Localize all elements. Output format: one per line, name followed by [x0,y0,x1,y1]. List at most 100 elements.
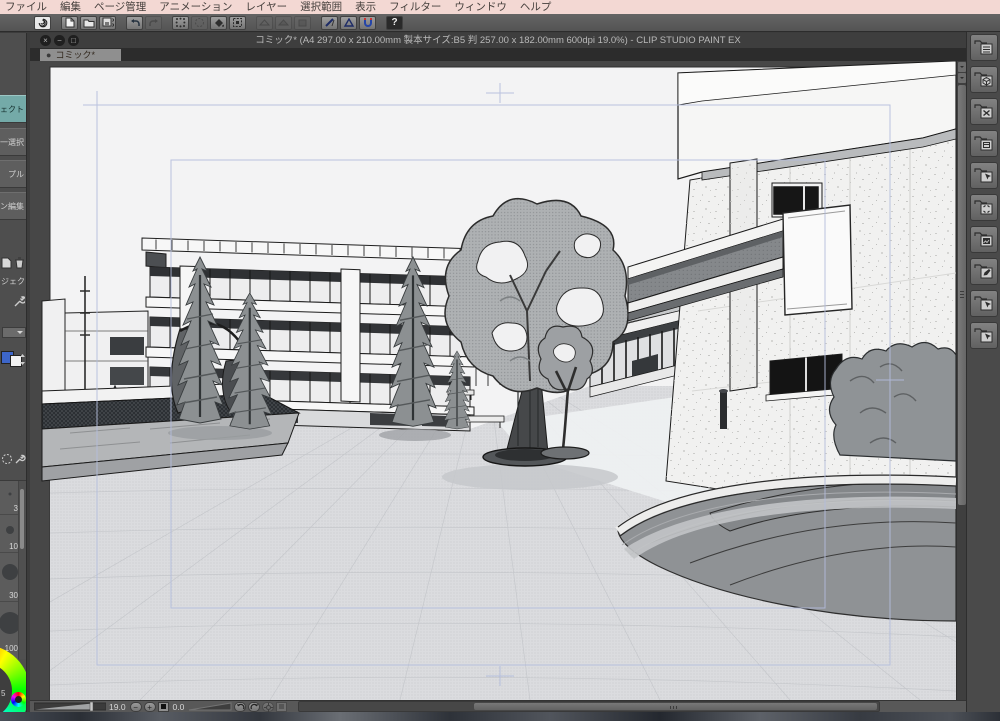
horizontal-scrollbar[interactable] [298,701,881,712]
menu-help[interactable]: ヘルプ [520,0,552,14]
layer-icon [259,18,270,25]
stepper-arrows[interactable] [19,353,26,366]
reset-icon [263,702,273,712]
clear-selection-button[interactable] [210,15,227,30]
tab-bullet-icon: ● [46,50,52,60]
right-palette-dock [966,32,1000,712]
rotate-left-button[interactable] [234,701,247,712]
window-title-bar: × − □ コミック* (A4 297.00 x 210.00mm 製本サイズ:… [30,33,966,49]
subtool-tab-object[interactable]: ェクト [0,95,26,123]
dock-material-close-palette-button[interactable] [970,98,998,125]
brush-size-item[interactable]: 10 [0,515,19,553]
redo-button[interactable] [145,15,162,30]
rotate-slider[interactable] [187,702,233,711]
brush-size-panel: 3 10 30 100 [0,480,26,659]
brush-dot [8,492,11,496]
dashed-circle-icon[interactable] [1,453,13,465]
brush-size-label: 10 [9,542,18,551]
brush-dot [1,564,18,581]
menu-view[interactable]: 表示 [355,0,376,14]
canvas-viewport [30,61,966,700]
folder-cube-icon [974,136,993,151]
canvas-artwork[interactable] [30,61,957,700]
reset-view-button[interactable] [262,701,275,712]
wrench-icon[interactable] [12,296,25,309]
snap-to-special-ruler-button[interactable] [340,15,357,30]
menu-file[interactable]: ファイル [5,0,47,14]
dock-layer-palette-button[interactable] [970,258,998,285]
brush-size-item[interactable]: 3 [0,481,19,515]
menu-animation[interactable]: アニメーション [159,0,232,14]
menu-layer[interactable]: レイヤー [245,0,287,14]
horizontal-scrollbar-thumb[interactable] [474,703,878,710]
dock-material-box-palette-button[interactable] [970,130,998,157]
vertical-scrollbar-thumb[interactable] [958,85,966,505]
wrench-icon[interactable] [14,453,26,465]
dock-material-3d-palette-button[interactable] [970,66,998,93]
folder-cursor-icon [974,168,993,183]
reselect-button[interactable] [191,15,208,30]
color-wheel-mini-icon[interactable] [11,692,26,707]
deselect-button[interactable] [172,15,189,30]
fit-to-screen-button[interactable] [157,701,169,712]
dock-navigator-palette-button[interactable] [970,194,998,221]
new-file-button[interactable] [61,15,78,30]
open-file-button[interactable] [80,15,97,30]
save-icon [102,17,114,27]
clip-studio-logo-button[interactable] [34,15,51,30]
border-effect-button-3[interactable] [294,15,311,30]
layer-icon [278,18,289,25]
folder-cursor-icon [974,296,993,311]
dock-info-palette-button[interactable] [970,322,998,349]
folder-image-icon [974,232,993,247]
snap-to-grid-button[interactable] [359,15,376,30]
trash-icon[interactable] [14,257,25,269]
subtool-tab-line-edit[interactable]: ン編集 [0,192,26,220]
paint-bucket-icon [214,19,224,27]
tool-property-title: ジェクト [1,277,26,286]
rotate-right-button[interactable] [248,701,261,712]
border-effect-button-1[interactable] [256,15,273,30]
vertical-scrollbar[interactable] [956,61,966,700]
brush-dot [5,525,14,534]
magnet-icon [363,18,372,27]
document-tab[interactable]: ● コミック* [40,49,121,61]
dock-quick-access-palette-button[interactable] [970,34,998,61]
dock-history-palette-button[interactable] [970,290,998,317]
scroll-up-button-2[interactable] [958,73,966,83]
border-effect-button-2[interactable] [275,15,292,30]
brush-size-item[interactable]: 30 [0,553,19,602]
zoom-slider[interactable] [34,702,106,711]
brush-size-item[interactable]: 100 [0,602,21,654]
invert-selection-button[interactable] [229,15,246,30]
menu-filter[interactable]: フィルター [389,0,441,14]
left-palette-dock: ェクト 一選択 プル ン編集 ジェクト 3 10 30 100 5 [0,33,27,712]
menu-selection[interactable]: 選択範囲 [300,0,342,14]
dock-layer-property-palette-button[interactable] [970,226,998,253]
folder-cursor-icon [974,328,993,343]
property-dropdown[interactable] [2,327,26,338]
tab-label: コミック* [55,50,95,60]
status-bar: 19.0 − + 0.0 [30,700,966,712]
desktop-wallpaper-strip [0,712,1000,721]
brush-panel-scrollbar[interactable] [18,481,26,659]
rotate-left-icon [236,703,245,709]
undo-button[interactable] [126,15,143,30]
command-bar: ? [0,14,1000,32]
menu-page-manage[interactable]: ページ管理 [94,0,146,14]
dock-tool-palette-button[interactable] [970,162,998,189]
menu-bar: ファイル 編集 ページ管理 アニメーション レイヤー 選択範囲 表示 フィルター… [0,0,1000,14]
snap-to-ruler-button[interactable] [321,15,338,30]
subtool-tab-layer-select[interactable]: 一選択 [0,128,26,156]
menu-edit[interactable]: 編集 [60,0,81,14]
flip-view-button[interactable] [276,701,288,712]
zoom-out-button[interactable]: − [129,701,142,712]
zoom-in-button[interactable]: + [143,701,156,712]
scroll-up-button[interactable] [958,62,966,72]
add-page-icon[interactable] [1,257,12,269]
question-icon: ? [391,17,398,28]
menu-window[interactable]: ウィンドウ [454,0,507,14]
subtool-tab-sample[interactable]: プル [0,160,26,188]
save-button[interactable] [99,15,116,30]
help-button[interactable]: ? [386,15,403,30]
